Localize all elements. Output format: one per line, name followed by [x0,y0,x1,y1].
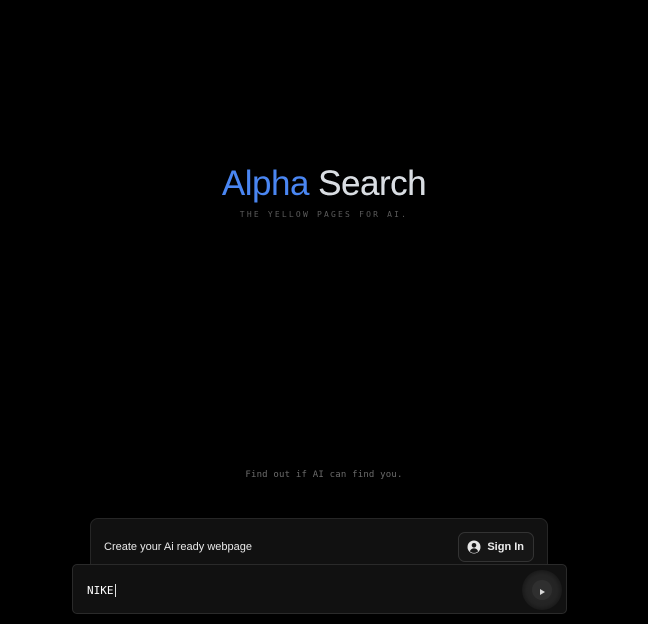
send-button[interactable] [532,580,552,600]
hero: Alpha Search THE YELLOW PAGES FOR AI. [0,162,648,219]
brand-alpha: Alpha [221,164,310,203]
find-out-text: Find out if AI can find you. [245,470,403,480]
text-caret [114,583,116,597]
sign-in-label: Sign In [487,541,524,553]
play-icon [538,581,546,600]
promo-text: Create your Ai ready webpage [104,541,252,553]
user-circle-icon [467,540,481,554]
send-button-halo [522,570,562,610]
brand-search: Search [318,164,427,203]
sign-in-button[interactable]: Sign In [458,532,534,562]
search-bar: NIKE [72,564,567,614]
search-input[interactable]: NIKE [87,580,507,600]
brand-logo: Alpha Search [0,162,648,206]
search-input-value: NIKE [87,583,114,597]
tagline: THE YELLOW PAGES FOR AI. [239,210,409,219]
